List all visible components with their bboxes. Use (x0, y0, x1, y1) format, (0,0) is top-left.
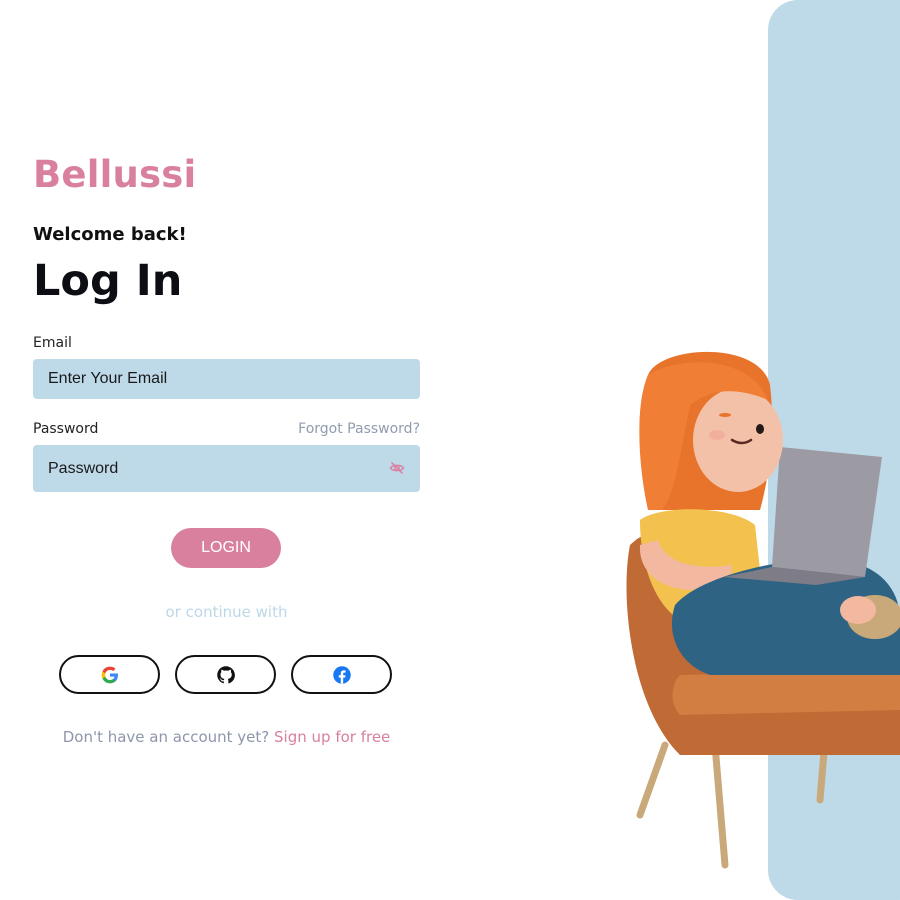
password-label: Password (33, 421, 99, 437)
login-button[interactable]: LOGIN (171, 528, 281, 568)
email-field-container (33, 359, 420, 399)
brand-logo-text: Bellussi (33, 153, 197, 196)
signup-link[interactable]: Sign up for free (274, 728, 390, 746)
github-icon (216, 665, 235, 683)
page-title: Log In (33, 256, 183, 306)
signup-prompt-text: Don't have an account yet? (62, 728, 270, 746)
facebook-icon (332, 665, 351, 684)
woman-on-chair-with-laptop-illustration (626, 351, 900, 869)
facebook-login-button[interactable] (291, 655, 392, 694)
github-login-button[interactable] (175, 655, 276, 694)
password-input[interactable] (33, 445, 420, 492)
continue-with-divider: or continue with (165, 603, 288, 621)
password-field-container (33, 445, 420, 492)
welcome-text: Welcome back! (33, 224, 187, 245)
email-label: Email (33, 335, 72, 351)
google-login-button[interactable] (59, 655, 160, 694)
forgot-password-link[interactable]: Forgot Password? (298, 421, 420, 437)
signup-prompt: Don't have an account yet? Sign up for f… (33, 728, 420, 746)
eye-off-icon[interactable] (389, 460, 405, 476)
email-input[interactable] (33, 359, 420, 399)
google-icon (101, 666, 118, 683)
